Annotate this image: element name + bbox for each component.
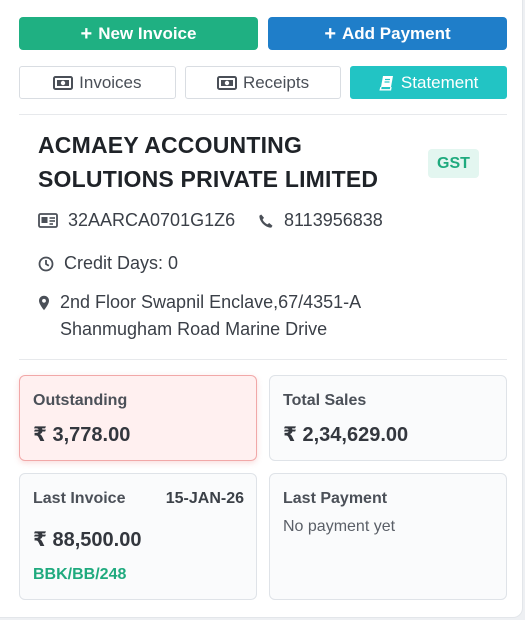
tab-invoices[interactable]: Invoices bbox=[19, 66, 176, 99]
divider bbox=[19, 359, 507, 360]
last-invoice-value: ₹ 88,500.00 bbox=[33, 529, 142, 551]
map-marker-icon bbox=[38, 289, 50, 343]
divider bbox=[19, 114, 507, 115]
address-text: 2nd Floor Swapnil Enclave,67/4351-A Shan… bbox=[60, 289, 361, 343]
money-icon bbox=[216, 75, 237, 90]
company-name-line: SOLUTIONS PRIVATE LIMITED bbox=[38, 166, 379, 192]
outstanding-card[interactable]: Outstanding ₹ 3,778.00 bbox=[19, 375, 257, 461]
add-payment-label: Add Payment bbox=[342, 23, 451, 43]
total-sales-label: Total Sales bbox=[283, 392, 367, 409]
credit-days-row: Credit Days: 0 bbox=[38, 253, 178, 274]
address-block: 2nd Floor Swapnil Enclave,67/4351-A Shan… bbox=[38, 289, 458, 343]
tab-statement[interactable]: Statement bbox=[350, 66, 508, 99]
outstanding-value: ₹ 3,778.00 bbox=[33, 424, 131, 446]
last-payment-card: Last Payment No payment yet bbox=[269, 473, 507, 600]
company-name: ACMAEY ACCOUNTING SOLUTIONS PRIVATE LIMI… bbox=[38, 128, 418, 196]
add-payment-button[interactable]: + Add Payment bbox=[268, 17, 507, 50]
plus-icon: + bbox=[80, 22, 93, 45]
company-name-line: ACMAEY ACCOUNTING bbox=[38, 132, 303, 158]
total-sales-card: Total Sales ₹ 2,34,629.00 bbox=[269, 375, 507, 461]
last-invoice-ref[interactable]: BBK/BB/248 bbox=[33, 566, 126, 584]
customer-panel: + New Invoice + Add Payment Invoices Rec… bbox=[0, 0, 523, 618]
book-icon bbox=[379, 75, 395, 91]
last-payment-note: No payment yet bbox=[283, 518, 396, 535]
new-invoice-label: New Invoice bbox=[98, 23, 197, 43]
gst-badge: GST bbox=[428, 149, 479, 178]
outstanding-label: Outstanding bbox=[33, 392, 128, 409]
action-bar: + New Invoice + Add Payment bbox=[19, 17, 507, 50]
new-invoice-button[interactable]: + New Invoice bbox=[19, 17, 258, 50]
total-sales-value: ₹ 2,34,629.00 bbox=[283, 424, 409, 446]
tab-bar: Invoices Receipts Statement bbox=[19, 66, 508, 99]
tab-receipts[interactable]: Receipts bbox=[184, 66, 342, 99]
credit-days-text: Credit Days: 0 bbox=[64, 253, 179, 273]
phone-value: 8113956838 bbox=[284, 210, 383, 230]
phone-icon bbox=[258, 213, 274, 229]
clock-icon bbox=[38, 256, 54, 272]
last-invoice-label: Last Invoice bbox=[33, 490, 126, 507]
gstin-row: 32AARCA0701G1Z6 bbox=[38, 210, 235, 231]
tab-label: Statement bbox=[400, 72, 479, 92]
phone-row: 8113956838 bbox=[258, 210, 383, 231]
tab-label: Invoices bbox=[79, 72, 142, 92]
address-line: 2nd Floor Swapnil Enclave,67/4351-A bbox=[60, 292, 362, 312]
last-invoice-date: 15-JAN-26 bbox=[165, 490, 244, 507]
last-payment-label: Last Payment bbox=[283, 490, 388, 507]
tab-label: Receipts bbox=[242, 72, 310, 92]
plus-icon: + bbox=[324, 22, 337, 45]
id-card-icon bbox=[38, 213, 58, 228]
gstin-value: 32AARCA0701G1Z6 bbox=[68, 210, 236, 230]
last-invoice-card[interactable]: Last Invoice 15-JAN-26 ₹ 88,500.00 BBK/B… bbox=[19, 473, 257, 600]
money-icon bbox=[53, 75, 74, 90]
address-line: Shanmugham Road Marine Drive bbox=[60, 319, 328, 339]
